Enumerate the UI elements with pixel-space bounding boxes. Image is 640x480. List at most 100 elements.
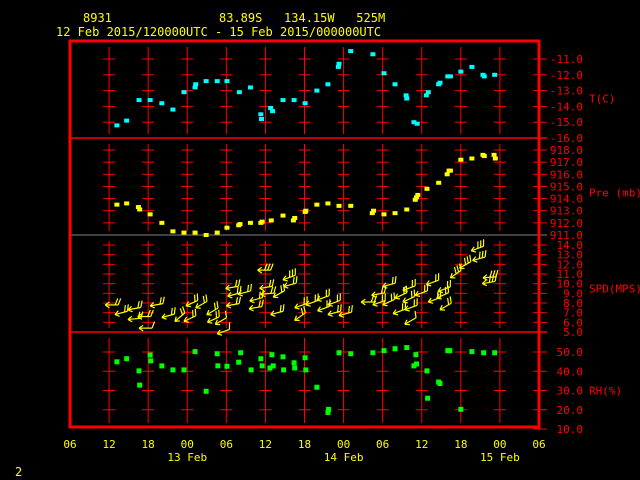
- pressure-point: [303, 208, 309, 213]
- wind-arrow-head: [338, 315, 344, 318]
- wind-barb: [295, 276, 298, 284]
- pressure-point: [371, 208, 377, 213]
- pressure-point: [268, 218, 274, 223]
- pressure-point: [224, 225, 230, 230]
- pressure-point: [203, 233, 209, 237]
- wind-barb: [303, 306, 306, 314]
- wind-barb: [170, 307, 173, 315]
- temperature-point: [136, 98, 142, 103]
- rh-point: [281, 367, 287, 373]
- pressure-point: [381, 212, 387, 217]
- wind-arrow-head: [259, 287, 265, 292]
- rh-point: [259, 363, 265, 369]
- wind-arrow-head: [327, 314, 333, 317]
- wind-arrow: [138, 321, 156, 332]
- rh-point: [181, 367, 187, 373]
- temperature-point: [181, 90, 187, 95]
- wind-barb: [250, 283, 252, 292]
- x-tick-label: 12: [259, 438, 272, 451]
- x-tick-label: 06: [63, 438, 76, 451]
- wind-barb: [391, 276, 394, 285]
- temperature-point: [370, 52, 376, 57]
- pressure-point: [259, 219, 265, 224]
- wind-barb: [213, 302, 217, 310]
- pressure-point: [247, 220, 253, 225]
- x-tick-label: 18: [454, 438, 467, 451]
- rh-point: [148, 358, 154, 364]
- wind-barb: [463, 257, 467, 265]
- rh-point: [192, 349, 198, 355]
- rh-point: [392, 346, 398, 352]
- wind-barb: [114, 298, 119, 306]
- temperature-point: [214, 79, 220, 84]
- wind-arrow: [404, 310, 417, 326]
- y-axis-label-relative_humidity: RH(%): [589, 385, 622, 398]
- wind-barb: [481, 250, 484, 258]
- wind-barb: [162, 296, 165, 304]
- rh-point: [215, 363, 221, 369]
- wind-barb: [271, 279, 275, 287]
- rh-point: [481, 350, 487, 356]
- wind-arrow: [161, 307, 176, 320]
- wind-barb: [456, 265, 460, 273]
- y-tick-label: -13.0: [550, 85, 583, 98]
- x-tick-label: 18: [142, 438, 155, 451]
- temperature-point: [447, 74, 453, 79]
- pressure-point: [114, 202, 120, 207]
- meteogram-chart: -11.0-12.0-13.0-14.0-15.0-16.0T(C)918.09…: [63, 39, 640, 464]
- rh-point: [314, 384, 320, 390]
- wind-arrow-head: [372, 304, 378, 307]
- pressure-point: [237, 222, 243, 227]
- pressure-point: [392, 211, 398, 216]
- wind-arrow: [371, 286, 387, 298]
- y-tick-label: 50.0: [557, 346, 584, 359]
- pressure-point: [436, 180, 442, 185]
- pressure-point: [469, 156, 475, 161]
- rh-point: [124, 356, 130, 362]
- rh-point: [248, 367, 254, 373]
- x-tick-label: 00: [337, 438, 350, 451]
- wind-arrow-head: [394, 297, 401, 300]
- x-tick-label: 06: [376, 438, 389, 451]
- y-tick-label: 30.0: [557, 385, 584, 398]
- rh-point: [303, 367, 309, 373]
- wind-arrow-head: [392, 313, 399, 316]
- pressure-point: [314, 202, 320, 207]
- wind-arrow-head: [161, 316, 167, 320]
- pressure-point: [280, 213, 286, 218]
- rh-point: [214, 351, 220, 357]
- pressure-point: [214, 230, 220, 235]
- temperature-point: [203, 79, 209, 84]
- wind-arrow-head: [226, 305, 232, 309]
- rh-point: [404, 345, 410, 351]
- x-tick-label: 00: [493, 438, 506, 451]
- x-date-label: 15 Feb: [480, 451, 520, 464]
- wind-arrow: [114, 304, 129, 317]
- wind-barb: [339, 304, 342, 312]
- y-tick-label: 912.0: [550, 217, 583, 230]
- wind-barb: [140, 311, 144, 319]
- wind-arrow-head: [183, 320, 190, 323]
- wind-arrow-head: [114, 314, 120, 317]
- rh-point: [348, 351, 354, 357]
- temperature-point: [392, 82, 398, 87]
- rh-point: [447, 348, 453, 354]
- wind-arrow-head: [237, 293, 243, 297]
- y-tick-label: 10.0: [557, 423, 584, 436]
- temperature-point: [236, 90, 242, 95]
- rh-point: [424, 368, 430, 374]
- rh-point: [159, 363, 165, 369]
- temperature-point: [492, 72, 498, 77]
- wind-barb: [237, 279, 241, 287]
- temperature-point: [247, 85, 253, 90]
- wind-barb: [484, 250, 487, 258]
- y-tick-label: 916.0: [550, 168, 583, 181]
- wind-arrow-head: [382, 304, 388, 307]
- y-tick-label: 913.0: [550, 205, 583, 218]
- pressure-point: [458, 157, 464, 162]
- x-tick-label: 18: [298, 438, 311, 451]
- wind-barb: [466, 256, 469, 264]
- wind-arrow-head: [437, 290, 444, 294]
- wind-barb: [414, 310, 417, 318]
- wind-arrow-head: [472, 259, 478, 263]
